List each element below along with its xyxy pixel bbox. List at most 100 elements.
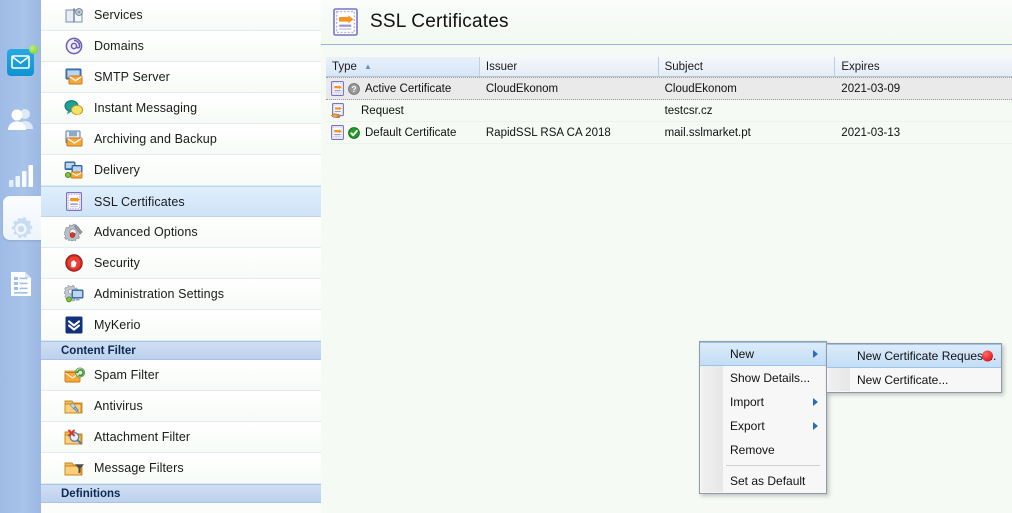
sidebar-item-spam-filter[interactable]: Spam Filter xyxy=(41,360,321,391)
sidebar-item-smtp-server[interactable]: SMTP Server xyxy=(41,62,321,93)
sidebar-item-label: MyKerio xyxy=(94,318,141,332)
archiving-backup-icon xyxy=(63,129,85,149)
column-header-expires[interactable]: Expires xyxy=(835,57,1012,76)
sidebar-item-label: Domains xyxy=(94,39,145,53)
sidebar-item-label: Delivery xyxy=(94,163,140,177)
sidebar-item-label: Administration Settings xyxy=(94,287,225,301)
logs-rail-icon[interactable] xyxy=(0,260,41,308)
page-title: SSL Certificates xyxy=(370,11,509,32)
header-divider xyxy=(321,44,1012,45)
column-header-type[interactable]: Type ▲ xyxy=(326,57,480,76)
document-icon xyxy=(10,272,31,296)
menu-item-label: Set as Default xyxy=(730,474,806,488)
sidebar-item-mykerio[interactable]: MyKerio xyxy=(41,310,321,341)
sidebar-item-label: Antivirus xyxy=(94,399,143,413)
menu-item-import[interactable]: Import xyxy=(700,390,826,414)
cell-issuer: CloudEkonom xyxy=(485,82,559,95)
sidebar-item-label: Advanced Options xyxy=(94,225,198,239)
chevron-right-icon xyxy=(813,398,818,406)
certificate-icon xyxy=(331,81,344,96)
sidebar-item-instant-messaging[interactable]: Instant Messaging xyxy=(41,93,321,124)
mykerio-icon xyxy=(63,315,85,335)
menu-item-label: Import xyxy=(730,395,765,409)
column-label: Type xyxy=(332,60,357,73)
table-row[interactable]: Default Certificate RapidSSL RSA CA 2018… xyxy=(326,122,1012,144)
sidebar-item-label: SMTP Server xyxy=(94,70,170,84)
instant-messaging-icon xyxy=(63,98,85,118)
advanced-options-icon xyxy=(63,222,85,242)
statistics-rail-icon[interactable] xyxy=(0,152,41,200)
security-icon xyxy=(63,253,85,273)
domains-icon xyxy=(63,36,85,56)
column-label: Subject xyxy=(664,60,703,73)
sidebar-item-label: Instant Messaging xyxy=(94,101,198,115)
sidebar-item-domains[interactable]: Domains xyxy=(41,31,321,62)
menu-item-set-as-default[interactable]: Set as Default xyxy=(700,469,826,493)
smtp-server-icon xyxy=(63,67,85,87)
sidebar-item-label: Services xyxy=(94,8,143,22)
mail-tile xyxy=(7,44,38,76)
cursor-marker-icon xyxy=(982,350,993,362)
menu-item-new-certificate-request[interactable]: New Certificate Request... xyxy=(827,344,1001,368)
table-row[interactable]: Request testcsr.cz xyxy=(326,100,1012,122)
sidebar-item-services[interactable]: Services xyxy=(41,0,321,31)
sidebar-item-administration-settings[interactable]: Administration Settings xyxy=(41,279,321,310)
menu-separator xyxy=(726,465,820,466)
cell-subject: CloudEkonom xyxy=(664,82,737,95)
cell-subject: testcsr.cz xyxy=(664,104,713,117)
column-header-subject[interactable]: Subject xyxy=(658,57,836,76)
sidebar-item-label: Archiving and Backup xyxy=(94,132,217,146)
menu-item-remove[interactable]: Remove xyxy=(700,438,826,462)
bar-chart-icon xyxy=(8,165,33,187)
column-label: Issuer xyxy=(485,60,518,73)
cell-type: Active Certificate xyxy=(365,82,452,95)
sidebar-item-antivirus[interactable]: Antivirus xyxy=(41,391,321,422)
sidebar-item-label: Spam Filter xyxy=(94,368,160,382)
cell-type: Default Certificate xyxy=(365,126,457,139)
attachment-filter-icon xyxy=(63,427,85,447)
sidebar-item-advanced-options[interactable]: Advanced Options xyxy=(41,217,321,248)
sidebar-item-message-filters[interactable]: Message Filters xyxy=(41,453,321,484)
gear-icon xyxy=(11,216,32,239)
sidebar-section-label: Content Filter xyxy=(61,344,136,357)
svg-text:?: ? xyxy=(351,84,356,94)
administration-settings-icon xyxy=(63,284,85,304)
cell-type: Request xyxy=(361,104,404,117)
sidebar-item-ssl-certificates[interactable]: SSL Certificates xyxy=(41,186,321,217)
page-header: SSL Certificates xyxy=(321,0,1012,44)
sidebar-item-label: Attachment Filter xyxy=(94,430,191,444)
table-row[interactable]: ? Active Certificate CloudEkonom CloudEk… xyxy=(326,77,1012,100)
users-icon xyxy=(7,109,33,130)
cell-expires: 2021-03-09 xyxy=(841,82,901,95)
certificate-request-icon xyxy=(331,103,344,118)
menu-item-export[interactable]: Export xyxy=(700,414,826,438)
sidebar-item-delivery[interactable]: Delivery xyxy=(41,155,321,186)
menu-item-show-details[interactable]: Show Details... xyxy=(700,366,826,390)
antivirus-icon xyxy=(63,396,85,416)
delivery-icon xyxy=(63,160,85,180)
status-badge-dot xyxy=(29,44,38,54)
users-rail-icon[interactable] xyxy=(0,95,41,143)
sidebar-item-label: SSL Certificates xyxy=(94,194,185,209)
sidebar-section-content-filter: Content Filter xyxy=(41,341,321,360)
column-header-issuer[interactable]: Issuer xyxy=(479,57,659,76)
chevron-right-icon xyxy=(813,422,818,430)
sidebar-section-label: Definitions xyxy=(61,487,121,500)
sidebar-item-attachment-filter[interactable]: Attachment Filter xyxy=(41,422,321,453)
sidebar-item-label: Message Filters xyxy=(94,461,184,475)
menu-item-label: New Certificate Request... xyxy=(857,349,997,363)
sidebar-item-archiving-and-backup[interactable]: Archiving and Backup xyxy=(41,124,321,155)
menu-item-new-certificate[interactable]: New Certificate... xyxy=(827,368,1001,392)
menu-item-label: New xyxy=(730,347,755,361)
sort-ascending-icon: ▲ xyxy=(363,61,372,71)
chevron-right-icon xyxy=(813,350,818,358)
sidebar-item-security[interactable]: Security xyxy=(41,248,321,279)
context-menu: New Show Details... Import Export Remove… xyxy=(699,341,827,494)
check-badge-icon xyxy=(348,126,360,139)
configuration-rail-icon[interactable] xyxy=(0,205,41,253)
application-window: Services Domains SMTP Server Instant Mes… xyxy=(0,0,1012,513)
menu-item-label: New Certificate... xyxy=(857,373,949,387)
menu-item-new[interactable]: New xyxy=(700,342,826,366)
mail-rail-icon[interactable] xyxy=(0,38,41,86)
menu-item-label: Show Details... xyxy=(730,371,811,385)
